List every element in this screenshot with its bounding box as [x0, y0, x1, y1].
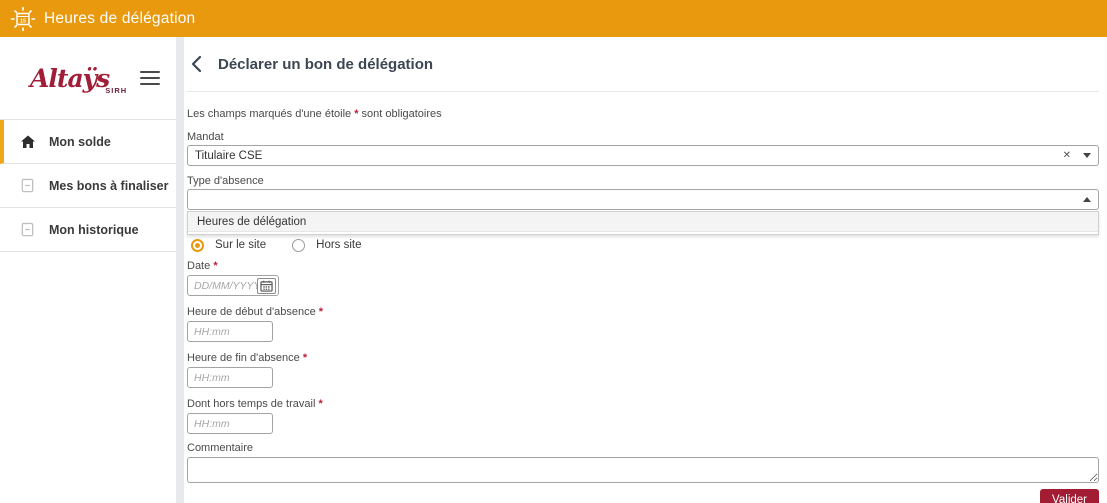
radio-label: Sur le site [215, 239, 267, 251]
site-radio-group: Sur le site Hors site [187, 238, 1099, 252]
radio-hors-site[interactable]: Hors site [292, 238, 362, 252]
main-panel: Déclarer un bon de délégation Les champs… [184, 37, 1107, 503]
heure-fin-input[interactable] [194, 371, 270, 384]
app-window: 15 Heures de délégation AltaÿsSIRH Mon s… [0, 0, 1107, 503]
radio-sur-le-site[interactable]: Sur le site [191, 238, 267, 252]
calendar-icon[interactable] [257, 277, 276, 294]
type-absence-select[interactable] [187, 189, 1099, 210]
layout-gutter [176, 37, 184, 503]
type-absence-label: Type d'absence [187, 175, 264, 187]
required-fields-note: Les champs marqués d'une étoile * sont o… [187, 108, 442, 120]
required-star: * [213, 260, 218, 272]
sidebar-item-mes-bons-a-finaliser[interactable]: Mes bons à finaliser [0, 164, 176, 208]
heure-fin-label: Heure de fin d'absence * [187, 352, 308, 364]
altays-logo: AltaÿsSIRH [30, 63, 140, 95]
required-star: * [318, 398, 323, 410]
hors-temps-field [187, 413, 273, 434]
page-title: Déclarer un bon de délégation [218, 55, 434, 73]
clear-icon[interactable]: ✕ [1063, 150, 1071, 161]
sidebar-item-label: Mon solde [49, 134, 111, 149]
logo-row: AltaÿsSIRH [0, 37, 176, 119]
sidebar: AltaÿsSIRH Mon solde Mes bons à finalise… [0, 37, 176, 503]
required-star: * [318, 306, 324, 318]
required-star: * [302, 352, 308, 364]
sidebar-item-mon-solde[interactable]: Mon solde [0, 120, 176, 164]
sidebar-item-mon-historique[interactable]: Mon historique [0, 208, 176, 252]
valider-button[interactable]: Valider [1040, 489, 1099, 503]
heure-fin-field [187, 367, 273, 388]
heure-debut-label: Heure de début d'absence * [187, 306, 324, 318]
mandat-label: Mandat [187, 131, 224, 143]
heure-debut-input[interactable] [194, 325, 270, 338]
hors-temps-label: Dont hors temps de travail * [187, 398, 323, 410]
logo-subtitle: SIRH [105, 85, 128, 95]
app-bar: 15 Heures de délégation [0, 0, 1107, 37]
sidebar-item-label: Mes bons à finaliser [49, 178, 169, 193]
date-input[interactable] [194, 279, 257, 292]
required-star: * [354, 108, 359, 120]
home-icon [20, 134, 36, 150]
calendar-day-number: 15 [20, 18, 26, 24]
hors-temps-input[interactable] [194, 417, 270, 430]
clipboard-icon [20, 178, 36, 194]
chevron-down-icon[interactable] [1083, 153, 1091, 158]
sidebar-menu: Mon solde Mes bons à finaliser Mon histo… [0, 119, 176, 252]
sidebar-item-label: Mon historique [49, 222, 139, 237]
menu-icon[interactable] [140, 67, 160, 89]
radio-selected-icon[interactable] [191, 238, 204, 252]
radio-unselected-icon[interactable] [292, 238, 306, 252]
date-field [187, 275, 279, 296]
mandat-select[interactable]: Titulaire CSE ✕ [187, 145, 1099, 166]
mandat-value: Titulaire CSE [195, 149, 263, 162]
commentaire-label: Commentaire [187, 442, 254, 454]
type-absence-dropdown: Heures de délégation [187, 211, 1099, 235]
chevron-up-icon[interactable] [1083, 197, 1091, 202]
logo-wordmark: Altaÿs [30, 63, 110, 93]
app-title: Heures de délégation [44, 9, 196, 27]
date-label: Date * [187, 260, 218, 272]
clipboard-icon [20, 222, 36, 238]
calendar-sun-icon: 15 [10, 6, 36, 31]
page-header: Déclarer un bon de délégation [187, 37, 1099, 92]
commentaire-textarea[interactable] [187, 457, 1099, 483]
dropdown-option-heures-de-delegation[interactable]: Heures de délégation [188, 212, 1098, 232]
heure-debut-field [187, 321, 273, 342]
back-chevron-icon[interactable] [191, 55, 207, 73]
actions-row: Valider [187, 489, 1099, 503]
radio-label: Hors site [316, 239, 362, 251]
